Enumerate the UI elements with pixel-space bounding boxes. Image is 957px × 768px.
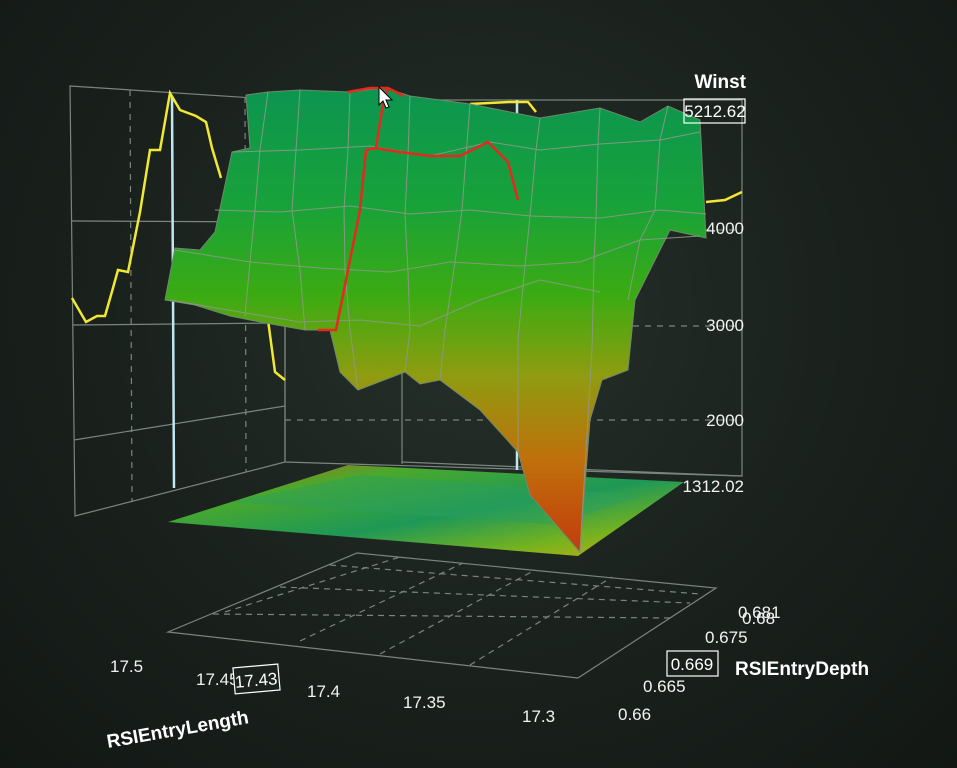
x-axis-title: RSIEntryLength	[105, 707, 250, 753]
x-highlight-label: 17.43	[234, 669, 278, 692]
z-tick-3000: 3000	[706, 316, 744, 335]
z-min-label: 1312.02	[683, 477, 744, 496]
y-axis-title: RSIEntryDepth	[735, 659, 869, 680]
y-tick-0-68: 0.68	[742, 609, 775, 628]
x-tick-17-45: 17.45	[196, 670, 239, 689]
y-tick-0-665: 0.665	[643, 677, 686, 696]
floor-grid	[165, 552, 718, 679]
y-tick-0-66: 0.66	[618, 705, 651, 724]
x-tick-17-5: 17.5	[110, 657, 143, 676]
y-tick-0-675: 0.675	[705, 628, 748, 647]
left-wall-projection-lower	[266, 319, 286, 381]
z-tick-2000: 2000	[706, 411, 744, 430]
y-highlight-label: 0.669	[671, 655, 714, 674]
z-tick-4000: 4000	[706, 219, 744, 238]
x-tick-17-4: 17.4	[307, 682, 340, 701]
z-max-label: 5212.62	[684, 102, 745, 121]
surface-chart: Winst 5212.62 4000 3000 2000 1312.02 17.…	[69, 72, 869, 753]
back-wall-projection-right	[705, 190, 743, 204]
x-tick-17-3: 17.3	[522, 707, 555, 726]
x-tick-17-35: 17.35	[403, 693, 446, 712]
z-axis-title: Winst	[694, 72, 746, 93]
